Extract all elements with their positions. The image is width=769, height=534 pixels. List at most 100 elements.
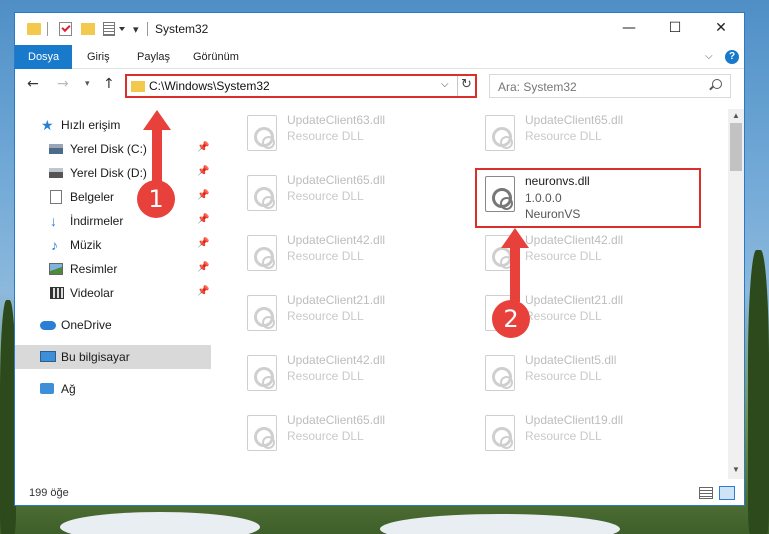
file-type: Resource DLL (525, 369, 602, 383)
music-icon: ♪ (51, 237, 58, 253)
file-name: UpdateClient65.dll (287, 413, 386, 427)
step-badge-2: 2 (492, 300, 530, 338)
navigation-pane: ★ Hızlı erişim Yerel Disk (C:) 📌 Yerel D… (15, 109, 211, 477)
file-type: Resource DLL (287, 309, 364, 323)
search-icon[interactable] (712, 79, 722, 89)
sidebar-item-label: Yerel Disk (D:) (70, 166, 147, 180)
file-name: UpdateClient65.dll (287, 173, 386, 187)
pin-icon[interactable]: 📌 (197, 166, 209, 177)
file-item[interactable]: UpdateClient21.dll Resource DLL (239, 289, 439, 345)
tab-file[interactable]: Dosya (15, 45, 73, 69)
sidebar-item-this-pc[interactable]: Bu bilgisayar (15, 345, 211, 369)
refresh-icon[interactable]: ↻ (461, 77, 472, 92)
explorer-window: ▾ System32 — ☐ ✕ Dosya Giriş Paylaş Görü… (14, 12, 745, 506)
expand-ribbon-chevron-icon[interactable]: ⌵ (705, 51, 713, 62)
file-name: UpdateClient63.dll (287, 113, 386, 127)
file-item[interactable]: UpdateClient63.dll Resource DLL (239, 109, 439, 165)
file-item-neuronvs[interactable]: neuronvs.dll 1.0.0.0 NeuronVS (475, 168, 701, 228)
pin-icon[interactable]: 📌 (197, 214, 209, 225)
properties-check-icon[interactable] (59, 22, 72, 36)
toolbar-divider (47, 22, 48, 36)
file-name: UpdateClient5.dll (525, 353, 617, 367)
address-path[interactable]: C:\Windows\System32 (149, 79, 270, 93)
scroll-up-icon[interactable]: ▲ (732, 111, 740, 120)
drive-icon (49, 144, 63, 154)
sidebar-item-pictures[interactable]: Resimler 📌 (15, 257, 211, 281)
sidebar-item-quick-access[interactable]: ★ Hızlı erişim (15, 113, 211, 137)
file-item[interactable]: UpdateClient65.dll Resource DLL (239, 169, 439, 225)
file-type: Resource DLL (287, 249, 364, 263)
recent-locations-chevron-icon[interactable]: ▾ (85, 79, 90, 89)
minimize-button[interactable]: — (606, 13, 652, 43)
sidebar-item-network[interactable]: Ağ (15, 377, 211, 401)
step-badge-1: 1 (137, 180, 175, 218)
properties-icon[interactable] (103, 22, 115, 36)
file-type: Resource DLL (525, 309, 602, 323)
file-type: Resource DLL (287, 189, 364, 203)
file-item[interactable]: UpdateClient65.dll Resource DLL (239, 409, 439, 465)
file-item[interactable]: UpdateClient42.dll Resource DLL (239, 349, 439, 405)
pin-icon[interactable]: 📌 (197, 286, 209, 297)
toolbar-divider (147, 22, 148, 36)
file-item[interactable]: UpdateClient19.dll Resource DLL (477, 409, 677, 465)
file-type: Resource DLL (287, 129, 364, 143)
file-item[interactable]: UpdateClient5.dll Resource DLL (477, 349, 677, 405)
sidebar-item-label: OneDrive (61, 318, 112, 332)
sidebar-item-label: Hızlı erişim (61, 118, 121, 132)
network-icon (40, 383, 54, 394)
sidebar-item-label: Ağ (61, 382, 76, 396)
scroll-thumb[interactable] (730, 123, 742, 171)
forward-arrow-icon[interactable]: → (57, 76, 69, 92)
back-arrow-icon[interactable]: ← (27, 76, 39, 92)
file-item[interactable]: UpdateClient65.dll Resource DLL (477, 109, 677, 165)
file-name: UpdateClient21.dll (525, 293, 624, 307)
close-button[interactable]: ✕ (698, 13, 744, 43)
maximize-button[interactable]: ☐ (652, 13, 698, 43)
up-arrow-icon[interactable]: ↑ (103, 76, 115, 92)
pin-icon[interactable]: 📌 (197, 262, 209, 273)
ribbon-tabs: Dosya Giriş Paylaş Görünüm ⌵ ? (15, 45, 744, 69)
sidebar-item-music[interactable]: ♪ Müzik 📌 (15, 233, 211, 257)
title-bar: ▾ System32 — ☐ ✕ (15, 13, 744, 45)
sidebar-item-label: İndirmeler (70, 214, 124, 228)
tab-share[interactable]: Paylaş (137, 45, 170, 69)
dll-file-icon (485, 415, 515, 451)
vertical-scrollbar[interactable]: ▲ ▼ (728, 109, 744, 479)
tab-home[interactable]: Giriş (87, 45, 110, 69)
file-name: UpdateClient65.dll (525, 113, 624, 127)
pin-icon[interactable]: 📌 (197, 190, 209, 201)
file-type: Resource DLL (525, 429, 602, 443)
dll-file-icon (247, 355, 277, 391)
quick-access-dropdown-icon[interactable] (119, 27, 125, 31)
address-dropdown-icon[interactable]: ⌵ (441, 79, 449, 90)
file-list: UpdateClient63.dll Resource DLL UpdateCl… (225, 109, 725, 477)
file-item[interactable]: UpdateClient42.dll Resource DLL (239, 229, 439, 285)
dll-file-icon (247, 175, 277, 211)
tab-view[interactable]: Görünüm (193, 45, 239, 69)
new-folder-icon[interactable] (81, 23, 95, 35)
dll-file-icon (485, 115, 515, 151)
details-view-icon[interactable] (699, 487, 713, 499)
pin-icon[interactable]: 📌 (197, 142, 209, 153)
customize-arrow-icon[interactable]: ▾ (133, 23, 139, 39)
search-input[interactable]: Ara: System32 (489, 74, 731, 98)
address-divider (457, 76, 458, 96)
sidebar-item-onedrive[interactable]: OneDrive (15, 313, 211, 337)
sidebar-item-label: Resimler (70, 262, 118, 276)
file-type: Resource DLL (525, 249, 602, 263)
help-icon[interactable]: ? (725, 50, 739, 64)
dll-file-icon (247, 115, 277, 151)
pin-icon[interactable]: 📌 (197, 238, 209, 249)
file-name: UpdateClient19.dll (525, 413, 624, 427)
sidebar-item-videos[interactable]: Videolar 📌 (15, 281, 211, 305)
video-icon (50, 287, 64, 299)
sidebar-item-label: Bu bilgisayar (61, 350, 130, 364)
sidebar-item-local-disk-c[interactable]: Yerel Disk (C:) 📌 (15, 137, 211, 161)
scroll-down-icon[interactable]: ▼ (732, 465, 740, 474)
sidebar-item-documents[interactable]: Belgeler 📌 (15, 185, 211, 209)
navigation-bar: ← → ▾ ↑ C:\Windows\System32 ⌵ ↻ Ara: Sys… (15, 70, 744, 102)
large-icons-view-icon[interactable] (719, 486, 735, 500)
sidebar-item-downloads[interactable]: ↓ İndirmeler 📌 (15, 209, 211, 233)
address-bar[interactable]: C:\Windows\System32 ⌵ ↻ (125, 74, 477, 98)
sidebar-item-local-disk-d[interactable]: Yerel Disk (D:) 📌 (15, 161, 211, 185)
